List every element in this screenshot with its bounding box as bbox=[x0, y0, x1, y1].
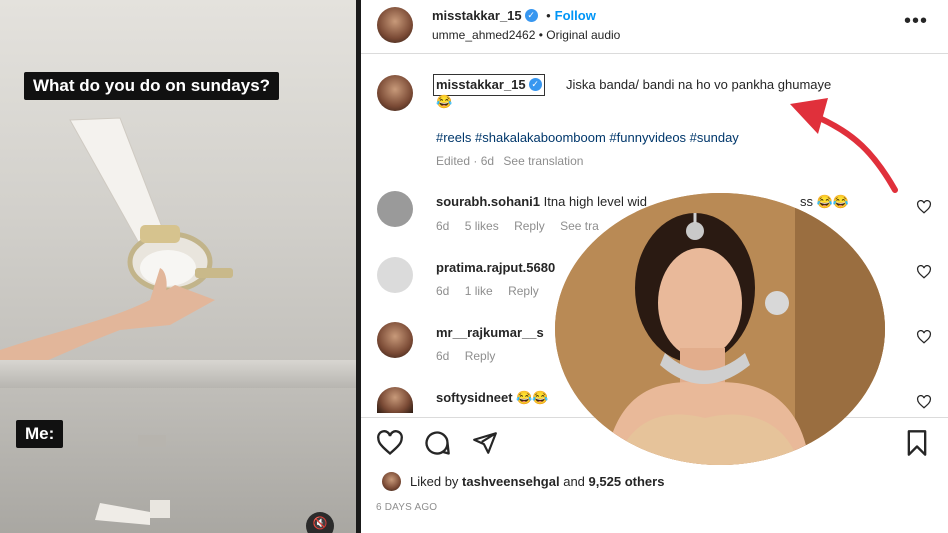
comment-likes[interactable]: 5 likes bbox=[465, 219, 499, 233]
comment-icon[interactable] bbox=[423, 429, 451, 457]
reply-button[interactable]: Reply bbox=[508, 284, 539, 298]
heart-icon[interactable] bbox=[916, 330, 932, 344]
celebrity-photo bbox=[555, 193, 885, 465]
reply-button[interactable]: Reply bbox=[514, 219, 545, 233]
see-translation-link[interactable]: See translation bbox=[503, 154, 583, 168]
comment-row: softysidneet 😂😂 bbox=[436, 390, 549, 406]
portrait-illustration bbox=[555, 193, 885, 465]
likes-summary: Liked by tashveensehgal and 9,525 others bbox=[410, 474, 664, 489]
likes-user[interactable]: tashveensehgal bbox=[462, 474, 560, 489]
comment-row: pratima.rajput.5680 bbox=[436, 260, 555, 275]
caption-meta: Edited · 6d See translation bbox=[436, 154, 583, 168]
audio-user[interactable]: umme_ahmed2462 bbox=[432, 28, 535, 42]
avatar[interactable] bbox=[377, 7, 413, 43]
edited-label: Edited · 6d bbox=[436, 154, 495, 168]
comment-likes[interactable]: 1 like bbox=[465, 284, 493, 298]
comment-time: 6d bbox=[436, 284, 450, 298]
likes-prefix: Liked by bbox=[410, 474, 459, 489]
panel-divider bbox=[356, 0, 361, 533]
more-horizontal-icon[interactable]: ••• bbox=[904, 10, 928, 33]
caption-emoji: 😂 bbox=[436, 94, 453, 109]
posted-time: 6 DAYS AGO bbox=[376, 502, 438, 513]
reply-button[interactable]: Reply bbox=[465, 349, 496, 363]
bookmark-icon[interactable] bbox=[905, 429, 929, 457]
comment-username[interactable]: softysidneet bbox=[436, 390, 513, 405]
heart-icon[interactable] bbox=[916, 395, 932, 409]
avatar[interactable] bbox=[377, 257, 413, 293]
verified-icon: ✓ bbox=[528, 78, 542, 92]
avatar[interactable] bbox=[377, 322, 413, 358]
caption-username[interactable]: misstakkar_15 bbox=[436, 77, 526, 92]
header-username[interactable]: misstakkar_15 bbox=[432, 8, 522, 23]
heart-icon[interactable] bbox=[376, 430, 404, 456]
heart-icon[interactable] bbox=[916, 265, 932, 279]
likes-and: and bbox=[563, 474, 585, 489]
avatar[interactable] bbox=[377, 191, 413, 227]
comment-username[interactable]: pratima.rajput.5680 bbox=[436, 260, 555, 275]
reel-video[interactable]: What do you do on sundays? Me: 🔇 bbox=[0, 0, 356, 533]
comment-text: 😂😂 bbox=[516, 390, 549, 405]
post-header: misstakkar_15 ✓ • Follow bbox=[432, 7, 596, 25]
likes-count[interactable]: 9,525 others bbox=[589, 474, 665, 489]
avatar[interactable] bbox=[377, 75, 413, 111]
comment-text: Itna high level wid bbox=[543, 194, 647, 209]
comment-time: 6d bbox=[436, 219, 450, 233]
caption-username-box[interactable]: misstakkar_15 ✓ bbox=[433, 74, 545, 96]
muted-speaker-icon[interactable]: 🔇 bbox=[306, 512, 334, 533]
dot-separator: • bbox=[546, 8, 551, 23]
heart-icon[interactable] bbox=[916, 200, 932, 214]
comment-time: 6d bbox=[436, 349, 450, 363]
header-divider bbox=[361, 53, 948, 54]
comment-username[interactable]: mr__rajkumar__s bbox=[436, 325, 544, 340]
send-icon[interactable] bbox=[471, 430, 499, 456]
comment-username[interactable]: sourabh.sohani1 bbox=[436, 194, 540, 209]
comment-row: mr__rajkumar__s bbox=[436, 325, 544, 340]
avatar[interactable] bbox=[377, 387, 413, 413]
video-caption-me: Me: bbox=[16, 420, 64, 448]
ceiling-beam bbox=[0, 360, 356, 388]
caption-hashtags[interactable]: #reels #shakalakaboomboom #funnyvideos #… bbox=[436, 130, 816, 145]
comment-text-suffix: ss 😂😂 bbox=[800, 194, 849, 209]
comment-meta: 6d 1 like Reply bbox=[436, 284, 539, 298]
see-translation-link[interactable]: See tra bbox=[560, 219, 599, 233]
verified-icon: ✓ bbox=[524, 9, 538, 23]
audio-label: Original audio bbox=[546, 28, 621, 42]
comment-meta: 6d 5 likes Reply See tra bbox=[436, 219, 599, 233]
video-caption-top: What do you do on sundays? bbox=[24, 72, 280, 100]
audio-line[interactable]: umme_ahmed2462 • Original audio bbox=[432, 28, 620, 42]
follow-button[interactable]: Follow bbox=[555, 8, 596, 23]
avatar[interactable] bbox=[382, 472, 401, 491]
comment-row: sourabh.sohani1 Itna high level wid bbox=[436, 194, 647, 209]
comment-meta: 6d Reply bbox=[436, 349, 495, 363]
red-arrow-annotation bbox=[790, 98, 898, 193]
